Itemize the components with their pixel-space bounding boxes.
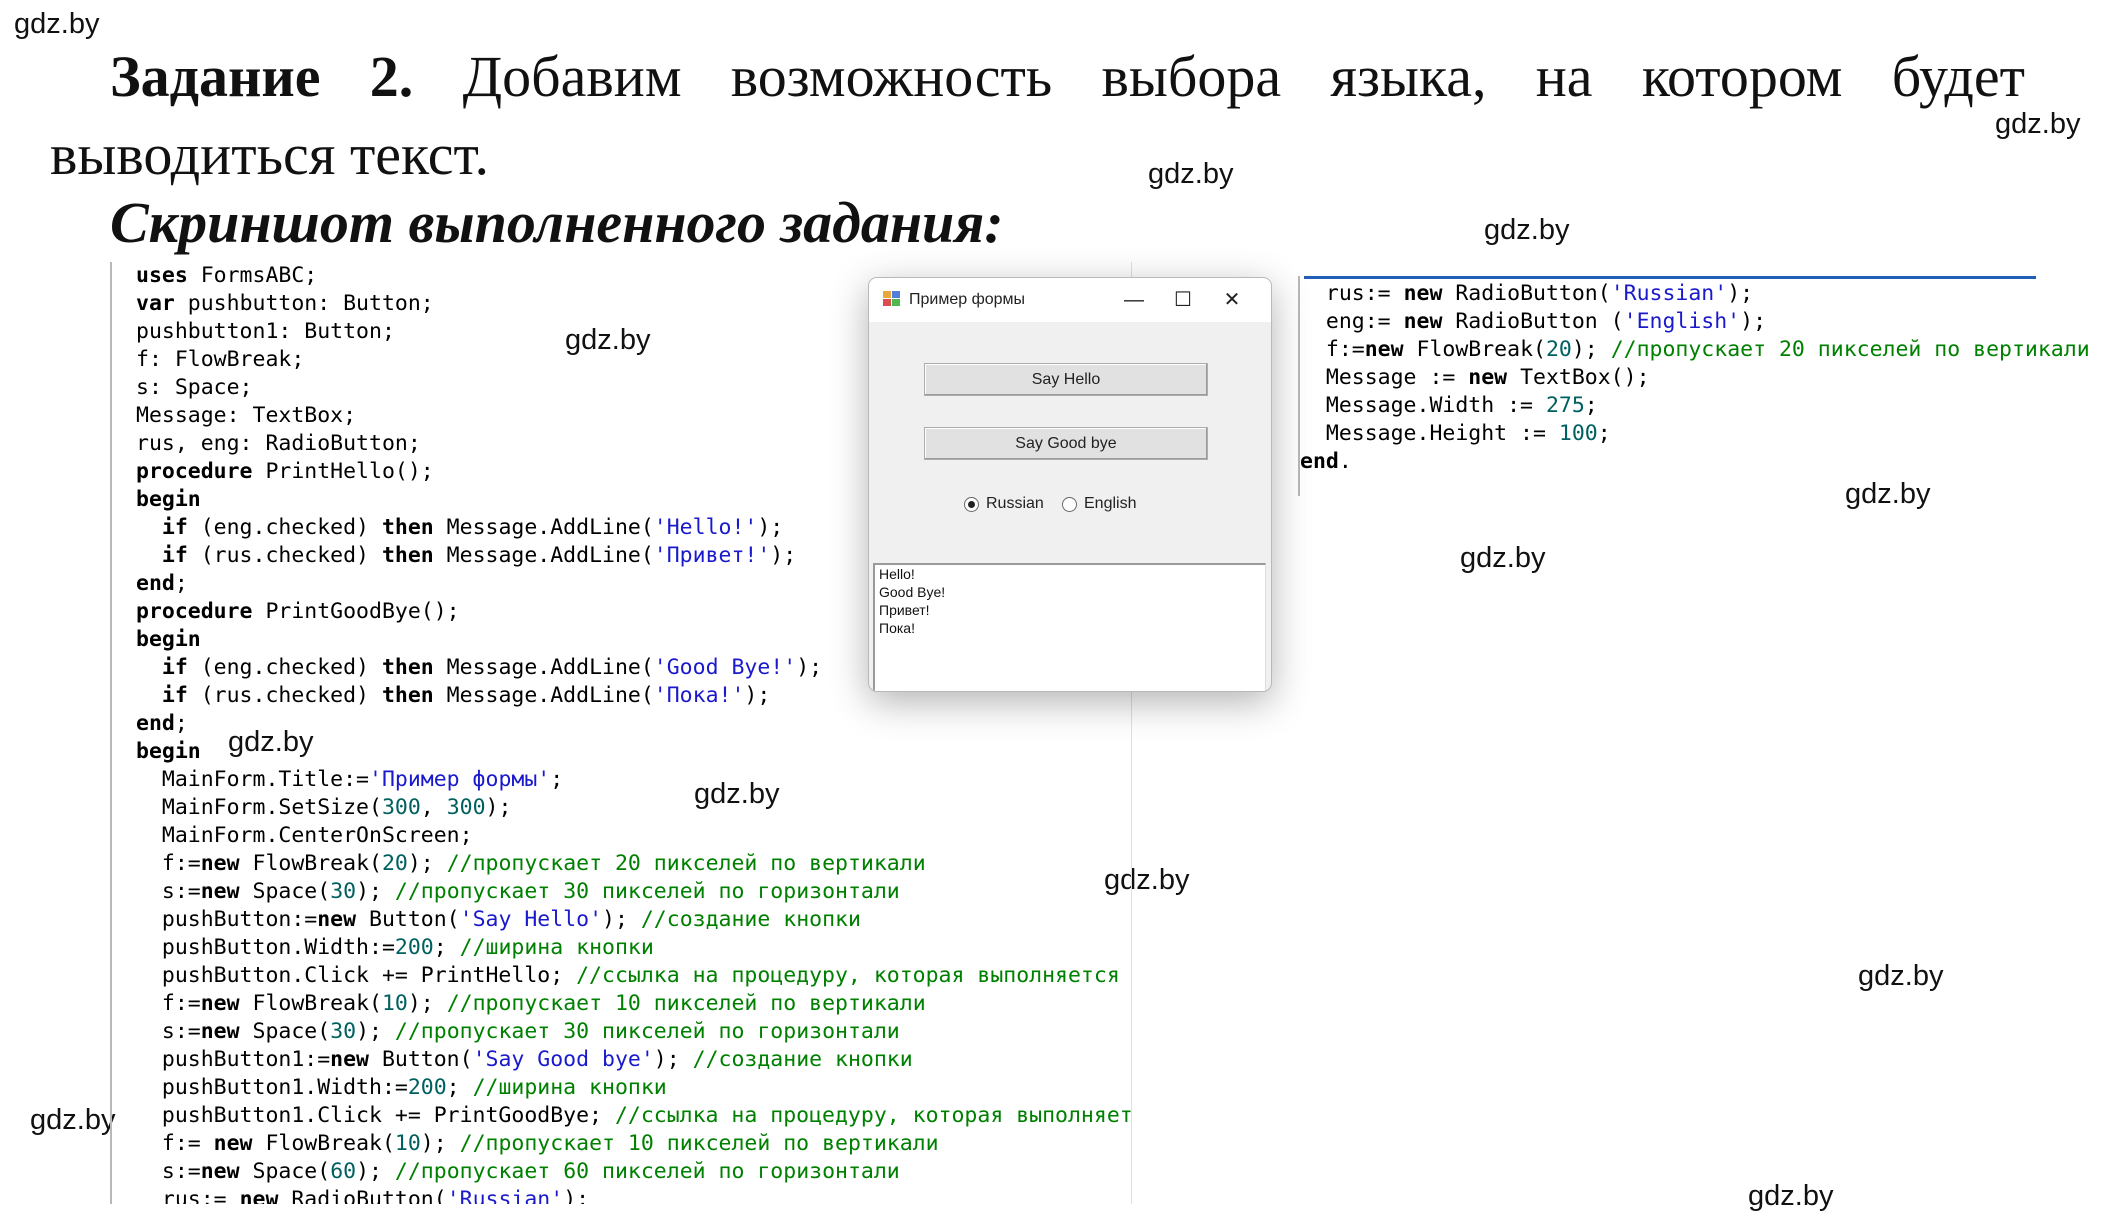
code-line: Message.Width := 275; xyxy=(1300,393,1598,418)
code-line: rus:= new RadioButton('Russian'); xyxy=(136,1187,590,1204)
code-line: s:=new Space(30); //пропускает 30 пиксел… xyxy=(136,1019,900,1044)
code-line: f:=new FlowBreak(10); //пропускает 10 пи… xyxy=(136,991,926,1016)
code-line: Message := new TextBox(); xyxy=(1300,365,1650,390)
editor-top-border xyxy=(1304,276,2036,279)
code-line: pushButton.Width:=200; //ширина кнопки xyxy=(136,935,654,960)
code-listing-continued: rus:= new RadioButton('Russian'); eng:= … xyxy=(1300,280,2090,476)
radio-russian-dot xyxy=(964,496,979,512)
textbox-line: Hello! xyxy=(879,566,915,582)
radio-russian[interactable]: Russian xyxy=(964,495,1044,513)
code-line: pushButton1:=new Button('Say Good bye');… xyxy=(136,1047,913,1072)
textbox-line: Привет! xyxy=(879,602,930,618)
screenshot-caption: Скриншот выполненного задания: xyxy=(110,190,1004,255)
watermark: gdz.by xyxy=(1858,960,1944,992)
code-line: end; xyxy=(136,711,188,736)
task-text-continued: выводиться текст. xyxy=(50,122,489,187)
say-goodbye-button[interactable]: Say Good bye xyxy=(924,427,1208,460)
code-line: f:=new FlowBreak(20); //пропускает 20 пи… xyxy=(1300,337,2090,362)
form-window: Пример формы — ☐ ✕ Say Hello Say Good by… xyxy=(868,277,1272,692)
maximize-icon[interactable]: ☐ xyxy=(1158,284,1208,316)
code-line: pushButton:=new Button('Say Hello'); //с… xyxy=(136,907,861,932)
radio-english-dot xyxy=(1062,496,1077,512)
window-titlebar: Пример формы — ☐ ✕ xyxy=(869,278,1271,322)
code-editor-continued: rus:= new RadioButton('Russian'); eng:= … xyxy=(1298,276,2090,496)
task-text: Добавим возможность выбора языка, на кот… xyxy=(462,44,2025,109)
code-line: begin xyxy=(136,739,201,764)
watermark: gdz.by xyxy=(30,1104,116,1136)
minimize-icon[interactable]: — xyxy=(1109,284,1159,316)
message-textbox[interactable]: Hello! Good Bye! Привет! Пока! xyxy=(873,563,1266,691)
textbox-line: Good Bye! xyxy=(879,584,946,600)
code-line: MainForm.Title:='Пример формы'; xyxy=(136,767,564,792)
code-line: rus:= new RadioButton('Russian'); xyxy=(1300,281,1754,306)
watermark: gdz.by xyxy=(1995,108,2081,140)
code-line: f:=new FlowBreak(20); //пропускает 20 пи… xyxy=(136,851,926,876)
radio-russian-label: Russian xyxy=(986,495,1044,512)
close-icon[interactable]: ✕ xyxy=(1207,284,1257,316)
radio-english[interactable]: English xyxy=(1062,495,1136,513)
code-line: eng:= new RadioButton ('English'); xyxy=(1300,309,1767,334)
say-hello-button[interactable]: Say Hello xyxy=(924,363,1208,396)
textbox-line: Пока! xyxy=(879,620,915,636)
code-line: MainForm.CenterOnScreen; xyxy=(136,823,473,848)
task-label: Задание 2. xyxy=(110,44,414,109)
code-line: end. xyxy=(1300,449,1352,474)
code-line: pushButton1.Click += PrintGoodBye; //ссы… xyxy=(136,1103,1132,1128)
window-title: Пример формы xyxy=(909,291,1026,308)
code-line: pushButton1.Width:=200; //ширина кнопки xyxy=(136,1075,667,1100)
code-line: s:=new Space(30); //пропускает 30 пиксел… xyxy=(136,879,900,904)
code-line: s:=new Space(60); //пропускает 60 пиксел… xyxy=(136,1159,900,1184)
watermark: gdz.by xyxy=(1484,214,1570,246)
task-heading: Задание 2. Добавим возможность выбора яз… xyxy=(110,48,2025,106)
watermark: gdz.by xyxy=(14,8,100,40)
watermark: gdz.by xyxy=(1460,542,1546,574)
code-line: f:= new FlowBreak(10); //пропускает 10 п… xyxy=(136,1131,939,1156)
watermark: gdz.by xyxy=(1148,158,1234,190)
code-line: pushButton.Click += PrintHello; //ссылка… xyxy=(136,963,1120,988)
watermark: gdz.by xyxy=(1748,1180,1834,1212)
app-icon xyxy=(883,291,900,306)
code-line: Message.Height := 100; xyxy=(1300,421,1611,446)
code-line: MainForm.SetSize(300, 300); xyxy=(136,795,512,820)
radio-english-label: English xyxy=(1084,495,1137,512)
